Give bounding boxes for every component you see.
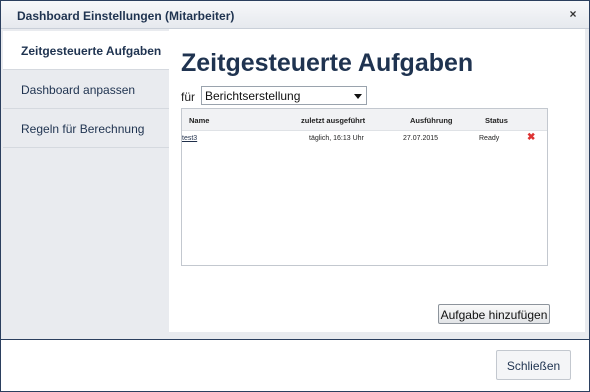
task-last-run: täglich, 16:13 Uhr: [309, 135, 364, 142]
sidebar-item-calculation-rules[interactable]: Regeln für Berechnung: [3, 109, 169, 148]
sidebar-item-label: Dashboard anpassen: [21, 83, 136, 97]
filter-label: für: [181, 90, 196, 104]
task-status: Ready: [479, 135, 500, 142]
table-row[interactable]: test3 täglich, 16:13 Uhr 27.07.2015 Read…: [182, 132, 547, 146]
dialog-titlebar[interactable]: Dashboard Einstellungen (Mitarbeiter) ×: [1, 1, 589, 29]
dialog-body: Zeitgesteuerte Aufgaben Dashboard anpass…: [1, 29, 589, 340]
chevron-down-icon: [354, 94, 362, 99]
sidebar-item-label: Regeln für Berechnung: [21, 122, 145, 136]
sidebar-item-label: Zeitgesteuerte Aufgaben: [21, 44, 162, 58]
column-header-status[interactable]: Status: [485, 116, 508, 125]
column-header-execution[interactable]: Ausführung: [410, 116, 453, 125]
sidebar-item-customize-dashboard[interactable]: Dashboard anpassen: [3, 70, 169, 109]
dialog-title: Dashboard Einstellungen (Mitarbeiter): [17, 9, 235, 23]
page-title: Zeitgesteuerte Aufgaben: [181, 49, 474, 77]
sidebar-item-scheduled-tasks[interactable]: Zeitgesteuerte Aufgaben: [3, 31, 178, 70]
content-panel: Zeitgesteuerte Aufgaben für Berichtserst…: [169, 29, 585, 332]
close-button[interactable]: Schließen: [496, 350, 571, 380]
close-icon[interactable]: ×: [567, 8, 579, 20]
report-type-select[interactable]: Berichtserstellung: [201, 86, 367, 105]
settings-dialog: Dashboard Einstellungen (Mitarbeiter) × …: [0, 0, 590, 392]
column-header-name[interactable]: Name: [189, 116, 209, 125]
column-header-last-run[interactable]: zuletzt ausgeführt: [301, 116, 365, 125]
sidebar-nav: Zeitgesteuerte Aufgaben Dashboard anpass…: [3, 31, 178, 148]
dialog-footer: Schließen: [1, 341, 589, 391]
delete-icon[interactable]: ✖: [527, 133, 536, 143]
task-execution: 27.07.2015: [403, 135, 439, 142]
task-name-link[interactable]: test3: [182, 135, 197, 142]
tasks-table: Name zuletzt ausgeführt Ausführung Statu…: [181, 108, 548, 266]
table-header: Name zuletzt ausgeführt Ausführung Statu…: [182, 109, 547, 131]
select-value: Berichtserstellung: [205, 89, 301, 103]
add-task-button[interactable]: Aufgabe hinzufügen: [438, 304, 550, 324]
